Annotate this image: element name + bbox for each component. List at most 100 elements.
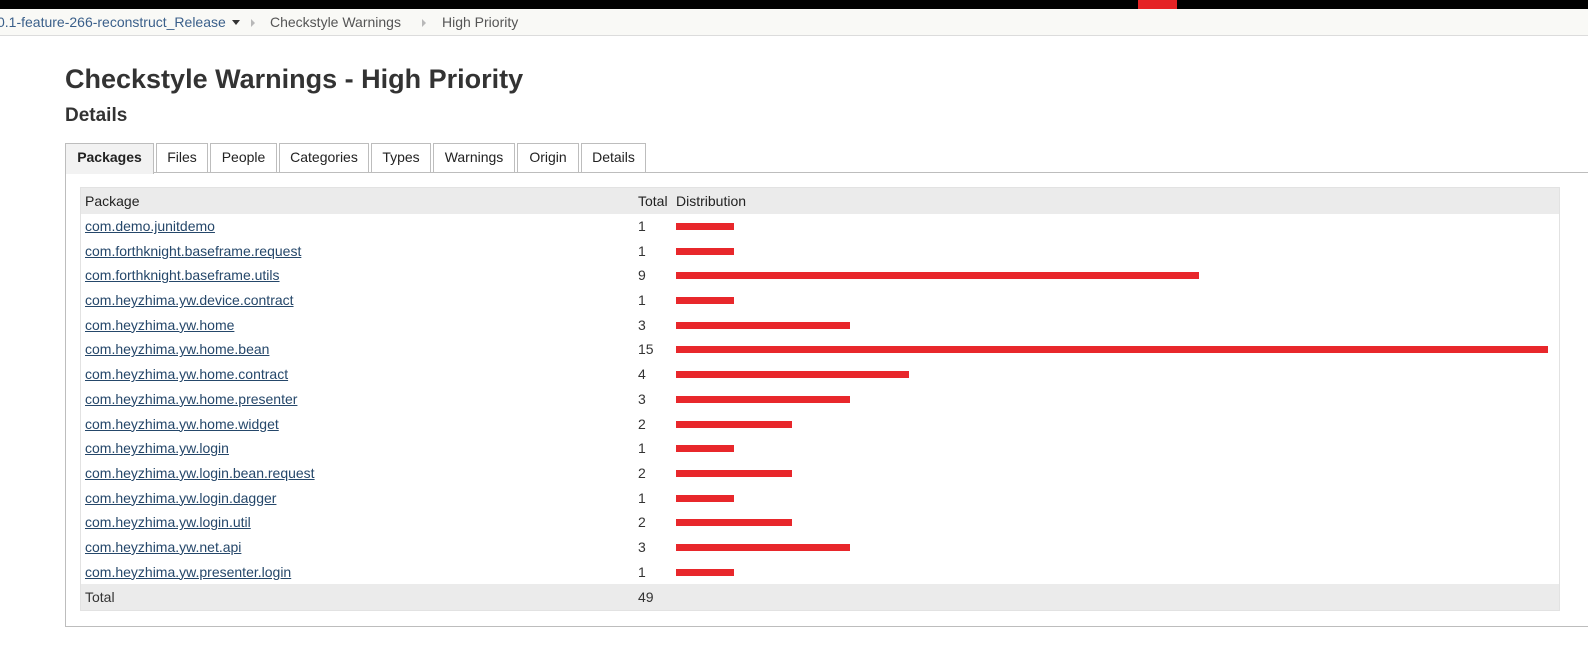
distribution-bar[interactable]: [676, 272, 1199, 280]
table-row: com.demo.junitdemo 1: [81, 214, 1559, 239]
table-row: com.heyzhima.yw.home 3: [81, 313, 1559, 338]
package-cell: com.heyzhima.yw.home.widget: [85, 412, 279, 437]
distribution-cell: [676, 337, 1551, 362]
chevron-right-icon: [251, 19, 255, 27]
tab-origin[interactable]: Origin: [517, 143, 579, 172]
breadcrumb-priority-link[interactable]: High Priority: [442, 15, 518, 30]
tab-files[interactable]: Files: [156, 143, 208, 172]
distribution-bar[interactable]: [676, 568, 734, 576]
total-cell: 1: [638, 292, 646, 309]
top-bar-accent: [1138, 0, 1177, 9]
package-link[interactable]: com.forthknight.baseframe.utils: [85, 267, 280, 283]
package-cell: com.heyzhima.yw.login: [85, 436, 229, 461]
tab-types[interactable]: Types: [371, 143, 431, 172]
distribution-cell: [676, 362, 1551, 387]
total-cell: 15: [638, 341, 654, 358]
distribution-cell: [676, 486, 1551, 511]
package-link[interactable]: com.heyzhima.yw.home.widget: [85, 416, 279, 432]
breadcrumb-warnings-link[interactable]: Checkstyle Warnings: [270, 15, 401, 30]
distribution-bar[interactable]: [676, 445, 734, 453]
column-header-total[interactable]: Total: [638, 188, 668, 214]
table-row: com.heyzhima.yw.home.presenter 3: [81, 387, 1559, 412]
distribution-bar[interactable]: [676, 469, 792, 477]
distribution-bar[interactable]: [676, 297, 734, 305]
footer-total-label: Total: [85, 589, 115, 606]
distribution-bar[interactable]: [676, 519, 792, 527]
total-cell: 1: [638, 440, 646, 457]
table-row: com.forthknight.baseframe.utils 9: [81, 263, 1559, 288]
package-cell: com.forthknight.baseframe.request: [85, 239, 301, 264]
distribution-bar[interactable]: [676, 420, 792, 428]
package-link[interactable]: com.heyzhima.yw.home.bean: [85, 341, 269, 357]
distribution-bar[interactable]: [676, 543, 850, 551]
package-link[interactable]: com.heyzhima.yw.net.api: [85, 539, 241, 555]
package-link[interactable]: com.forthknight.baseframe.request: [85, 243, 301, 259]
total-cell: 3: [638, 390, 646, 407]
chevron-down-icon[interactable]: [232, 20, 240, 25]
package-cell: com.heyzhima.yw.device.contract: [85, 288, 294, 313]
tab-packages[interactable]: Packages: [65, 143, 154, 174]
distribution-bar[interactable]: [676, 321, 850, 329]
distribution-cell: [676, 288, 1551, 313]
tab-warnings[interactable]: Warnings: [433, 143, 515, 172]
distribution-cell: [676, 214, 1551, 239]
total-cell: 2: [638, 415, 646, 432]
top-bar: [0, 0, 1588, 9]
package-link[interactable]: com.demo.junitdemo: [85, 218, 215, 234]
table-row: com.heyzhima.yw.home.contract 4: [81, 362, 1559, 387]
distribution-cell: [676, 560, 1551, 585]
tab-people[interactable]: People: [210, 143, 277, 172]
distribution-cell: [676, 461, 1551, 486]
table-row: com.forthknight.baseframe.request 1: [81, 239, 1559, 264]
package-cell: com.heyzhima.yw.home.bean: [85, 337, 269, 362]
column-header-package[interactable]: Package: [85, 188, 139, 214]
package-link[interactable]: com.heyzhima.yw.login.bean.request: [85, 465, 315, 481]
distribution-bar[interactable]: [676, 223, 734, 230]
distribution-cell: [676, 535, 1551, 560]
package-cell: com.forthknight.baseframe.utils: [85, 263, 280, 288]
tab-categories[interactable]: Categories: [279, 143, 369, 172]
distribution-bar[interactable]: [676, 494, 734, 502]
packages-table: Package Total Distribution com.demo.juni…: [80, 187, 1560, 612]
distribution-cell: [676, 510, 1551, 535]
breadcrumb: 0.1-feature-266-reconstruct_Release Chec…: [0, 9, 1588, 36]
total-cell: 1: [638, 489, 646, 506]
package-link[interactable]: com.heyzhima.yw.login: [85, 440, 229, 456]
table-row: com.heyzhima.yw.login 1: [81, 436, 1559, 461]
package-link[interactable]: com.heyzhima.yw.login.dagger: [85, 490, 276, 506]
package-link[interactable]: com.heyzhima.yw.home.contract: [85, 366, 288, 382]
distribution-bar[interactable]: [676, 371, 909, 379]
package-cell: com.heyzhima.yw.login.util: [85, 510, 251, 535]
total-cell: 3: [638, 316, 646, 333]
section-title: Details: [65, 105, 128, 126]
column-header-distribution[interactable]: Distribution: [676, 188, 746, 214]
breadcrumb-job-link[interactable]: 0.1-feature-266-reconstruct_Release: [0, 15, 226, 30]
distribution-bar[interactable]: [676, 247, 734, 255]
distribution-cell: [676, 412, 1551, 437]
total-cell: 1: [638, 563, 646, 580]
table-row: com.heyzhima.yw.login.dagger 1: [81, 486, 1559, 511]
package-link[interactable]: com.heyzhima.yw.device.contract: [85, 292, 294, 308]
total-cell: 9: [638, 267, 646, 284]
distribution-cell: [676, 263, 1551, 288]
table-row: com.heyzhima.yw.net.api 3: [81, 535, 1559, 560]
table-row: com.heyzhima.yw.home.widget 2: [81, 412, 1559, 437]
table-row: com.heyzhima.yw.login.util 2: [81, 510, 1559, 535]
table-row: com.heyzhima.yw.device.contract 1: [81, 288, 1559, 313]
distribution-bar[interactable]: [676, 395, 850, 403]
package-link[interactable]: com.heyzhima.yw.presenter.login: [85, 564, 291, 580]
table-row: com.heyzhima.yw.home.bean 15: [81, 337, 1559, 362]
package-link[interactable]: com.heyzhima.yw.home: [85, 317, 234, 333]
total-cell: 3: [638, 538, 646, 555]
tab-details[interactable]: Details: [581, 143, 646, 172]
package-link[interactable]: com.heyzhima.yw.login.util: [85, 514, 251, 530]
distribution-cell: [676, 239, 1551, 264]
package-cell: com.heyzhima.yw.net.api: [85, 535, 241, 560]
total-cell: 2: [638, 514, 646, 531]
distribution-bar[interactable]: [676, 346, 1548, 354]
table-row: com.heyzhima.yw.presenter.login 1: [81, 560, 1559, 585]
package-cell: com.heyzhima.yw.home.contract: [85, 362, 288, 387]
table-footer: Total 49: [81, 584, 1559, 611]
package-link[interactable]: com.heyzhima.yw.home.presenter: [85, 391, 297, 407]
footer-total-value: 49: [638, 589, 654, 606]
